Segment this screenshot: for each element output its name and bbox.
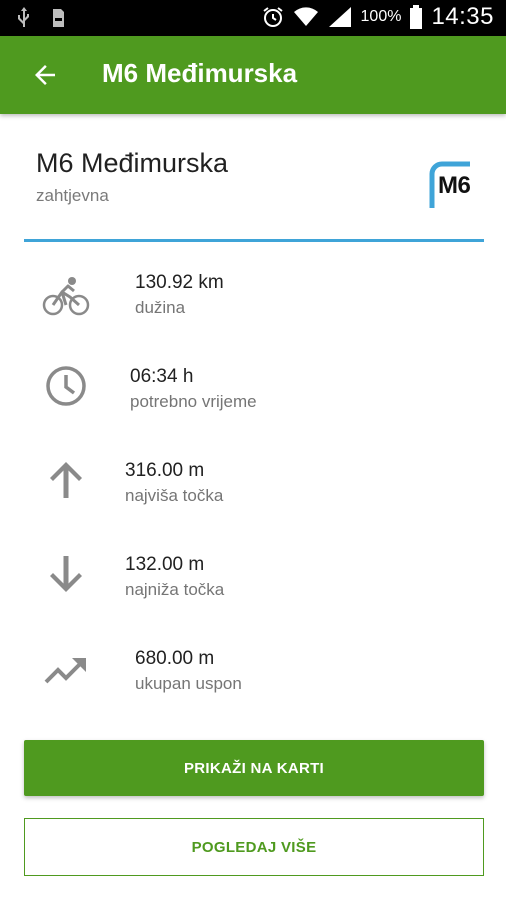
status-bar: 100% 14:35 (0, 0, 506, 36)
route-name: M6 Međimurska (36, 148, 229, 178)
stat-distance: 130.92 km dužina (0, 272, 506, 352)
stat-label: najviša točka (125, 486, 224, 505)
status-bar-left (16, 6, 66, 30)
stat-label: najniža točka (125, 580, 225, 599)
back-button[interactable] (30, 60, 60, 90)
signal-icon (328, 7, 351, 27)
route-logo-text: M6 (438, 172, 471, 199)
stat-time: 06:34 h potrebno vrijeme (0, 364, 506, 444)
trending-up-icon (44, 658, 86, 684)
arrow-down-icon (50, 556, 82, 592)
route-logo: M6 (424, 160, 478, 210)
route-divider (24, 239, 484, 242)
stat-total-ascent: 680.00 m ukupan uspon (0, 646, 506, 726)
stat-label: ukupan uspon (135, 674, 242, 693)
usb-icon (18, 7, 29, 27)
stat-value: 06:34 h (130, 366, 194, 387)
route-difficulty: zahtjevna (36, 186, 109, 205)
battery-icon (410, 5, 423, 29)
bicycle-icon (42, 277, 90, 316)
status-time: 14:35 (431, 3, 494, 30)
stat-highest-point: 316.00 m najviša točka (0, 458, 506, 538)
app-bar: M6 Međimurska (0, 36, 506, 114)
status-bar-right: 100% 14:35 (261, 3, 494, 31)
sd-card-icon (53, 9, 64, 27)
stat-value: 132.00 m (125, 554, 205, 575)
stat-label: potrebno vrijeme (130, 392, 257, 411)
stat-value: 680.00 m (135, 648, 215, 669)
arrow-back-icon (35, 65, 55, 85)
stat-label: dužina (135, 298, 186, 317)
see-more-button[interactable]: POGLEDAJ VIŠE (24, 818, 484, 876)
show-on-map-button[interactable]: PRIKAŽI NA KARTI (24, 740, 484, 796)
stat-lowest-point: 132.00 m najniža točka (0, 552, 506, 632)
battery-percent: 100% (360, 8, 402, 25)
arrow-up-icon (50, 462, 82, 498)
alarm-icon (262, 7, 283, 27)
stat-value: 130.92 km (135, 272, 224, 293)
app-bar-title: M6 Međimurska (102, 58, 298, 88)
clock-icon (46, 366, 86, 406)
stat-value: 316.00 m (125, 460, 205, 481)
wifi-icon (293, 7, 318, 26)
